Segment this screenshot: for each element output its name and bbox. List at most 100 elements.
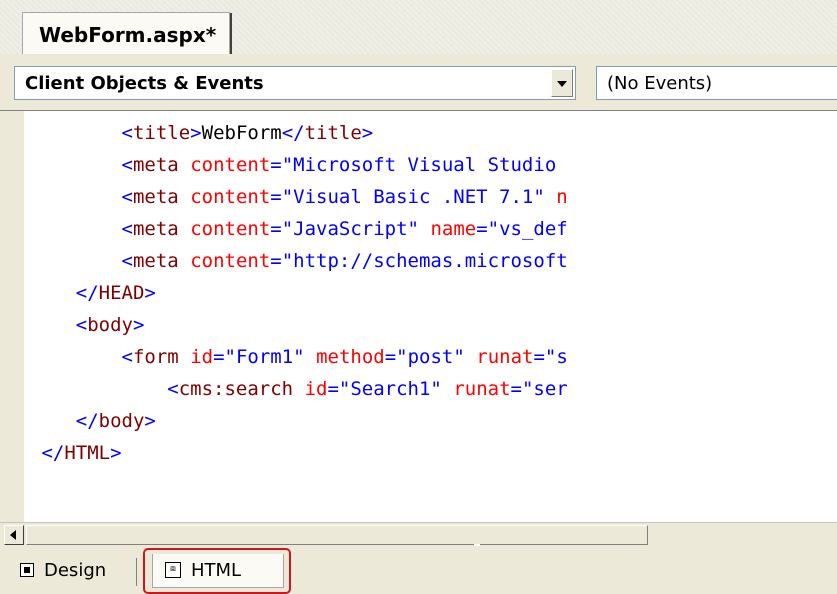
code-token-val: "Visual Basic .NET 7.1" <box>281 186 545 208</box>
source-code[interactable]: <title>WebForm</title> <meta content="Mi… <box>30 117 568 469</box>
code-token-val: "Microsoft Visual Studio <box>281 154 557 176</box>
code-token-val: "http://schemas.microsoft <box>281 250 568 272</box>
objects-dropdown-value: Client Objects & Events <box>25 73 264 94</box>
code-line[interactable]: </body> <box>30 405 568 437</box>
horizontal-scrollbar[interactable] <box>0 522 837 547</box>
tab-separator <box>136 558 137 586</box>
code-token-tag: body <box>98 410 145 432</box>
code-token-tag: cms:search <box>178 378 294 400</box>
tab-design-label: Design <box>44 560 107 581</box>
code-line[interactable]: <meta content="Visual Basic .NET 7.1" n <box>30 181 568 213</box>
arrow-left-icon <box>10 530 16 540</box>
tab-edge-divider <box>230 13 232 55</box>
code-line[interactable]: <meta content="JavaScript" name="vs_def <box>30 213 568 245</box>
code-token-tag: meta <box>132 250 179 272</box>
code-line[interactable]: <meta content="Microsoft Visual Studio <box>30 149 568 181</box>
code-editor[interactable]: <title>WebForm</title> <meta content="Mi… <box>0 110 837 523</box>
code-token-attr: n <box>556 186 568 208</box>
view-tab-bar: Design ⧈ HTML <box>0 546 837 594</box>
objects-dropdown[interactable]: Client Objects & Events <box>14 66 576 100</box>
events-dropdown[interactable]: (No Events) <box>596 66 837 100</box>
scroll-left-button[interactable] <box>4 525 24 545</box>
code-token-br: < <box>121 250 133 272</box>
code-token-val: "post" <box>396 346 465 368</box>
code-token-br: < <box>75 314 88 336</box>
code-line[interactable]: <form id="Form1" method="post" runat="s <box>30 341 568 373</box>
document-tab-webform[interactable]: WebForm.aspx* <box>22 12 232 55</box>
code-line[interactable]: </HTML> <box>30 437 568 469</box>
code-token-br: </ <box>281 122 305 144</box>
code-token-tag: HEAD <box>98 282 145 304</box>
code-token-br: < <box>121 346 133 368</box>
code-token-br: > <box>190 122 202 144</box>
code-token-br: < <box>121 122 133 144</box>
code-token-attr: id <box>190 346 214 368</box>
code-token-br: = <box>533 346 545 368</box>
code-token-br: < <box>121 154 133 176</box>
html-tab-highlight <box>143 548 291 594</box>
code-token-br: </ <box>75 410 99 432</box>
code-line[interactable]: </HEAD> <box>30 277 568 309</box>
editor-gutter <box>0 111 24 523</box>
code-token-attr: id <box>304 378 328 400</box>
code-line[interactable]: <meta content="http://schemas.microsoft <box>30 245 568 277</box>
code-token-br: = <box>384 346 397 368</box>
code-token-br: = <box>270 186 282 208</box>
code-token-val: "s <box>544 346 568 368</box>
code-token-tag: meta <box>132 186 179 208</box>
code-token-attr: runat <box>453 378 511 400</box>
document-tab-strip: WebForm.aspx* <box>0 0 837 55</box>
code-token-br: > <box>144 410 156 432</box>
code-token-br: > <box>110 442 122 464</box>
tab-design[interactable]: Design <box>14 554 134 588</box>
code-token-val: "ser <box>521 378 568 400</box>
code-token-attr: method <box>316 346 385 368</box>
code-token-tag: HTML <box>64 442 111 464</box>
code-token-tag: body <box>87 314 133 336</box>
code-token-val: "Search1" <box>338 378 442 400</box>
code-token-br: < <box>167 378 179 400</box>
code-token-attr: name <box>430 218 477 240</box>
code-token-br: = <box>476 218 488 240</box>
code-token-br: = <box>213 346 225 368</box>
code-token-attr: content <box>190 186 271 208</box>
code-token-br: = <box>270 218 282 240</box>
code-token-br: < <box>121 186 133 208</box>
code-token-br: = <box>510 378 522 400</box>
code-line[interactable]: <cms:search id="Search1" runat="ser <box>30 373 568 405</box>
code-token-br: > <box>361 122 374 144</box>
code-token-attr: content <box>190 218 271 240</box>
design-view-icon <box>20 563 34 577</box>
code-token-br: </ <box>75 282 99 304</box>
code-token-br: > <box>144 282 156 304</box>
code-token-attr: runat <box>476 346 534 368</box>
code-token-br: = <box>270 154 282 176</box>
objects-dropdown-button[interactable] <box>551 69 573 97</box>
code-token-val: "JavaScript" <box>281 218 419 240</box>
code-token-tag: title <box>304 122 362 144</box>
code-token-tag: form <box>132 346 179 368</box>
document-tab-label: WebForm.aspx* <box>39 23 217 47</box>
code-line[interactable]: <body> <box>30 309 568 341</box>
code-token-br: = <box>270 250 282 272</box>
code-token-tag: title <box>132 122 191 144</box>
code-line[interactable]: <title>WebForm</title> <box>30 117 568 149</box>
code-token-br: = <box>327 378 339 400</box>
code-token-tag: meta <box>132 154 179 176</box>
code-token-attr: content <box>190 154 271 176</box>
code-token-tag: meta <box>132 218 179 240</box>
navigation-bar: Client Objects & Events (No Events) <box>0 54 837 110</box>
code-token-br: < <box>121 218 133 240</box>
code-token-val: "vs_def <box>487 218 568 240</box>
scrollbar-thumb[interactable] <box>26 525 648 545</box>
